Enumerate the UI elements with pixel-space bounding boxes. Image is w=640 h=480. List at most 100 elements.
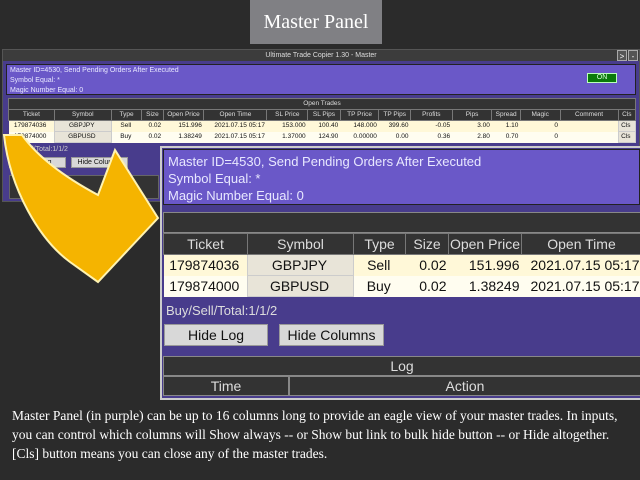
on-toggle[interactable]: ON — [587, 73, 617, 83]
cell: Buy — [111, 131, 142, 143]
table-row: 179874036 GBPJPY Sell 0.02 151.996 2021.07.15… — [163, 254, 640, 276]
window-title: Ultimate Trade Copier 1.30 - Master — [3, 50, 639, 61]
cell: 2021.07.15 05:17 — [521, 254, 640, 276]
zoom-info-line-3: Magic Number Equal: 0 — [168, 188, 304, 203]
info-box: Master ID=4530, Send Pending Orders Afte… — [6, 64, 636, 95]
open-trades-table: Open Trades Ticket Symbol Type Size Open Pric… — [8, 98, 637, 143]
cell: 179874000 — [163, 275, 248, 297]
close-trade-button[interactable]: Cls — [617, 131, 637, 143]
column-header: Spread — [491, 109, 521, 121]
cell: Buy — [353, 275, 406, 297]
cell: 151.996 — [163, 120, 204, 132]
cell: 1.37000 — [266, 131, 308, 143]
cell: 1.38249 — [163, 131, 204, 143]
column-header: Symbol — [53, 109, 112, 121]
cell: 179874000 — [8, 131, 55, 143]
close-trade-button[interactable]: Cls — [617, 120, 637, 132]
hide-log-button[interactable]: Hide Log — [9, 157, 66, 168]
cell: 1.10 — [491, 120, 521, 132]
log-title: Log — [163, 356, 640, 376]
trades-title: Open Trades — [8, 98, 636, 110]
symbol-button[interactable]: GBPUSD — [53, 131, 112, 143]
cell: 0.02 — [405, 254, 449, 276]
symbol-button[interactable]: GBPUSD — [247, 275, 354, 297]
cell: 0 — [520, 120, 561, 132]
cell: 0.02 — [141, 120, 164, 132]
cell: 124.90 — [307, 131, 341, 143]
zoom-totals-text: Buy/Sell/Total:1/1/2 — [166, 303, 278, 318]
symbol-button[interactable]: GBPJPY — [247, 254, 354, 276]
cell: 0.00000 — [340, 131, 379, 143]
column-header: Comment — [559, 109, 619, 121]
cell: 2021.07.15 05:17 — [521, 275, 640, 297]
zoom-info-line-1: Master ID=4530, Send Pending Orders Afte… — [168, 154, 482, 169]
table-row: 179874000 GBPUSD Buy 0.02 1.38249 2021.07.15 … — [8, 131, 637, 143]
cell: 0.02 — [405, 275, 449, 297]
column-header: Size — [405, 233, 449, 255]
cell: 399.60 — [378, 120, 411, 132]
column-header: Cls — [617, 109, 637, 121]
column-header: Profits — [409, 109, 453, 121]
info-line-3: Magic Number Equal: 0 — [10, 87, 84, 94]
cell: 100.40 — [307, 120, 341, 132]
zoomed-panel: Master ID=4530, Send Pending Orders Afte… — [160, 146, 640, 400]
cell: 148.000 — [340, 120, 379, 132]
column-header: Pips — [451, 109, 493, 121]
column-header: Ticket — [8, 109, 55, 121]
caption-title: Master Panel — [250, 0, 382, 44]
info-line-2: Symbol Equal: * — [10, 77, 60, 84]
column-header: Type — [353, 233, 406, 255]
cell — [560, 131, 619, 143]
cell: 3.00 — [452, 120, 492, 132]
cell: 0 — [520, 131, 561, 143]
zoom-trades-table: Ticket Symbol Type Size Open Price Open Time 1… — [163, 233, 640, 297]
cell: 0.00 — [378, 131, 411, 143]
column-header: Open Time — [521, 233, 640, 255]
zoom-info-box: Master ID=4530, Send Pending Orders Afte… — [163, 149, 640, 205]
cell: 2.80 — [452, 131, 492, 143]
cell: Sell — [353, 254, 406, 276]
zoom-hide-log-button[interactable]: Hide Log — [164, 324, 268, 346]
log-col-time: Time — [163, 376, 289, 396]
cell: 0.70 — [491, 131, 521, 143]
cell: -0.05 — [410, 120, 453, 132]
cell: 153.000 — [266, 120, 308, 132]
column-header: Size — [141, 109, 164, 121]
cell: 179874036 — [8, 120, 55, 132]
column-header: Open Time — [203, 109, 268, 121]
column-header: Type — [110, 109, 143, 121]
cell: 1.38249 — [448, 275, 522, 297]
hide-columns-button[interactable]: Hide Columns — [71, 157, 128, 168]
zoom-info-line-2: Symbol Equal: * — [168, 171, 261, 186]
column-header: Symbol — [247, 233, 354, 255]
cell: 2021.07.15 05:17 — [203, 131, 267, 143]
zoom-table-title-bar — [163, 212, 640, 233]
log-col-action: Action — [289, 376, 640, 396]
column-header: SL Pips — [307, 109, 341, 121]
zoom-hide-columns-button[interactable]: Hide Columns — [279, 324, 384, 346]
minimize-button[interactable]: - — [628, 50, 638, 61]
column-header: Open Price — [162, 109, 205, 121]
cell — [560, 120, 619, 132]
column-header: Open Price — [448, 233, 522, 255]
cell: 151.996 — [448, 254, 522, 276]
info-line-1: Master ID=4530, Send Pending Orders Afte… — [10, 67, 179, 74]
log-table — [9, 175, 159, 199]
cell: Sell — [111, 120, 142, 132]
cell: 0.02 — [141, 131, 164, 143]
cell: 2021.07.15 05:17 — [203, 120, 267, 132]
cell: 179874036 — [163, 254, 248, 276]
cell: 0.36 — [410, 131, 453, 143]
description-text: Master Panel (in purple) can be up to 16… — [12, 408, 618, 461]
column-header: Magic — [519, 109, 561, 121]
column-header: SL Price — [266, 109, 309, 121]
symbol-button[interactable]: GBPJPY — [53, 120, 112, 132]
table-row: 179874036 GBPJPY Sell 0.02 151.996 2021.07.15… — [8, 120, 637, 132]
column-header: Ticket — [163, 233, 248, 255]
table-row: 179874000 GBPUSD Buy 0.02 1.38249 2021.07.15 … — [163, 275, 640, 297]
expand-button[interactable]: > — [617, 50, 627, 61]
column-header: TP Price — [339, 109, 380, 121]
column-header: TP Pips — [378, 109, 411, 121]
totals-text: Buy/Sell/Total:1/1/2 — [8, 146, 68, 153]
log-header: Time Action — [163, 376, 640, 396]
